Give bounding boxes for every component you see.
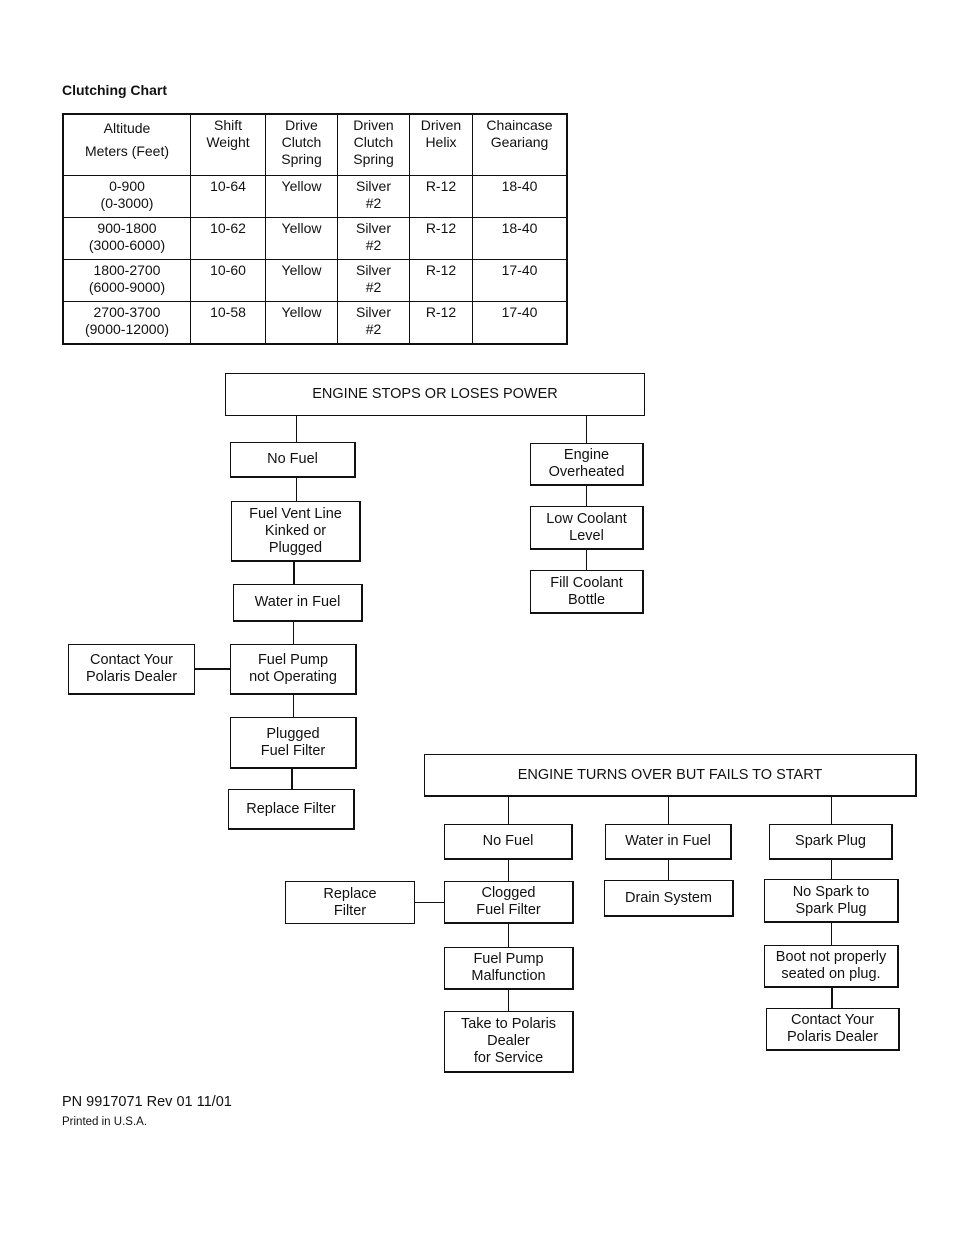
connector: [586, 486, 587, 507]
table-row: 900-1800 (3000-6000) 10-62 Yellow Silver #2…: [62, 217, 568, 260]
cell-chaincase-gearing: 18-40: [472, 217, 568, 260]
table-header-row: Altitude Meters (Feet) Shift Weight Driv…: [62, 113, 568, 176]
cell-chaincase-gearing: 17-40: [472, 301, 568, 345]
cell-drive-clutch-spring: Yellow: [265, 259, 338, 302]
header-drive-clutch-spring: Drive Clutch Spring: [265, 113, 338, 176]
connector: [293, 562, 295, 585]
connector: [831, 923, 832, 946]
connector: [296, 478, 297, 502]
flow-fails-water-in-fuel: Water in Fuel: [605, 824, 732, 860]
cell-driven-clutch-spring: Silver #2: [337, 259, 410, 302]
flow-stops-water-in-fuel: Water in Fuel: [233, 584, 363, 622]
cell-shift-weight: 10-62: [190, 217, 266, 260]
cell-chaincase-gearing: 17-40: [472, 259, 568, 302]
header-shift-weight: Shift Weight: [190, 113, 266, 176]
connector: [586, 416, 587, 443]
table-row: 2700-3700 (9000-12000) 10-58 Yellow Silver …: [62, 301, 568, 345]
cell-driven-clutch-spring: Silver #2: [337, 217, 410, 260]
flow-fails-no-fuel: No Fuel: [444, 824, 573, 860]
flow-stops-low-coolant: Low Coolant Level: [530, 506, 644, 550]
part-number: PN 9917071 Rev 01 11/01: [62, 1094, 232, 1110]
connector: [831, 988, 833, 1009]
flow-stops-fuel-pump-not-operating: Fuel Pump not Operating: [230, 644, 357, 695]
header-chaincase-gearing: Chaincase Geariang: [472, 113, 568, 176]
cell-driven-helix: R-12: [409, 301, 473, 345]
flow-fails-spark-plug: Spark Plug: [769, 824, 893, 860]
cell-altitude: 2700-3700 (9000-12000): [62, 301, 191, 345]
cell-altitude: 1800-2700 (6000-9000): [62, 259, 191, 302]
flow-fails-no-spark: No Spark to Spark Plug: [764, 879, 899, 923]
cell-driven-helix: R-12: [409, 175, 473, 218]
cell-shift-weight: 10-60: [190, 259, 266, 302]
flow-fails-clogged-fuel-filter: Clogged Fuel Filter: [444, 881, 574, 924]
connector: [586, 550, 587, 571]
connector: [291, 769, 293, 790]
cell-driven-clutch-spring: Silver #2: [337, 301, 410, 345]
connector: [194, 668, 231, 670]
cell-altitude: 900-1800 (3000-6000): [62, 217, 191, 260]
connector: [414, 902, 445, 903]
connector: [508, 860, 509, 882]
clutching-chart-table: Altitude Meters (Feet) Shift Weight Driv…: [62, 113, 568, 345]
flow-stops-replace-filter: Replace Filter: [228, 789, 355, 830]
cell-drive-clutch-spring: Yellow: [265, 301, 338, 345]
flow-stops-no-fuel: No Fuel: [230, 442, 356, 478]
cell-drive-clutch-spring: Yellow: [265, 175, 338, 218]
flow-stops-fuel-vent-line: Fuel Vent Line Kinked or Plugged: [231, 501, 361, 562]
cell-shift-weight: 10-58: [190, 301, 266, 345]
flow-fails-take-to-dealer: Take to Polaris Dealer for Service: [444, 1011, 574, 1073]
connector: [293, 695, 294, 718]
connector: [508, 924, 509, 948]
flow-fails-replace-filter: Replace Filter: [285, 881, 415, 924]
header-driven-helix: Driven Helix: [409, 113, 473, 176]
connector: [668, 797, 669, 825]
cell-drive-clutch-spring: Yellow: [265, 217, 338, 260]
flow-fails-root: ENGINE TURNS OVER BUT FAILS TO START: [424, 754, 917, 797]
clutching-chart-title: Clutching Chart: [62, 82, 167, 98]
connector: [508, 990, 509, 1012]
connector: [508, 797, 509, 825]
cell-driven-helix: R-12: [409, 217, 473, 260]
flow-stops-engine-overheated: Engine Overheated: [530, 443, 644, 486]
flow-stops-contact-dealer: Contact Your Polaris Dealer: [68, 644, 195, 695]
flow-fails-contact-dealer: Contact Your Polaris Dealer: [766, 1008, 900, 1051]
connector: [831, 860, 832, 880]
cell-driven-helix: R-12: [409, 259, 473, 302]
flow-stops-root: ENGINE STOPS OR LOSES POWER: [225, 373, 645, 416]
connector: [831, 797, 832, 825]
connector: [293, 622, 294, 645]
header-altitude: Altitude Meters (Feet): [62, 113, 191, 176]
flow-stops-plugged-fuel-filter: Plugged Fuel Filter: [230, 717, 357, 769]
header-driven-clutch-spring: Driven Clutch Spring: [337, 113, 410, 176]
flow-stops-fill-coolant: Fill Coolant Bottle: [530, 570, 644, 614]
table-row: 0-900 (0-3000) 10-64 Yellow Silver #2 R-12 18…: [62, 175, 568, 218]
flow-fails-drain-system: Drain System: [604, 880, 734, 917]
printed-in: Printed in U.S.A.: [62, 1116, 148, 1128]
connector: [668, 860, 669, 881]
flow-fails-fuel-pump-malfunction: Fuel Pump Malfunction: [444, 947, 574, 990]
connector: [296, 416, 297, 443]
cell-chaincase-gearing: 18-40: [472, 175, 568, 218]
flow-fails-boot-not-seated: Boot not properly seated on plug.: [764, 945, 899, 988]
cell-altitude: 0-900 (0-3000): [62, 175, 191, 218]
cell-shift-weight: 10-64: [190, 175, 266, 218]
table-row: 1800-2700 (6000-9000) 10-60 Yellow Silver #…: [62, 259, 568, 302]
cell-driven-clutch-spring: Silver #2: [337, 175, 410, 218]
